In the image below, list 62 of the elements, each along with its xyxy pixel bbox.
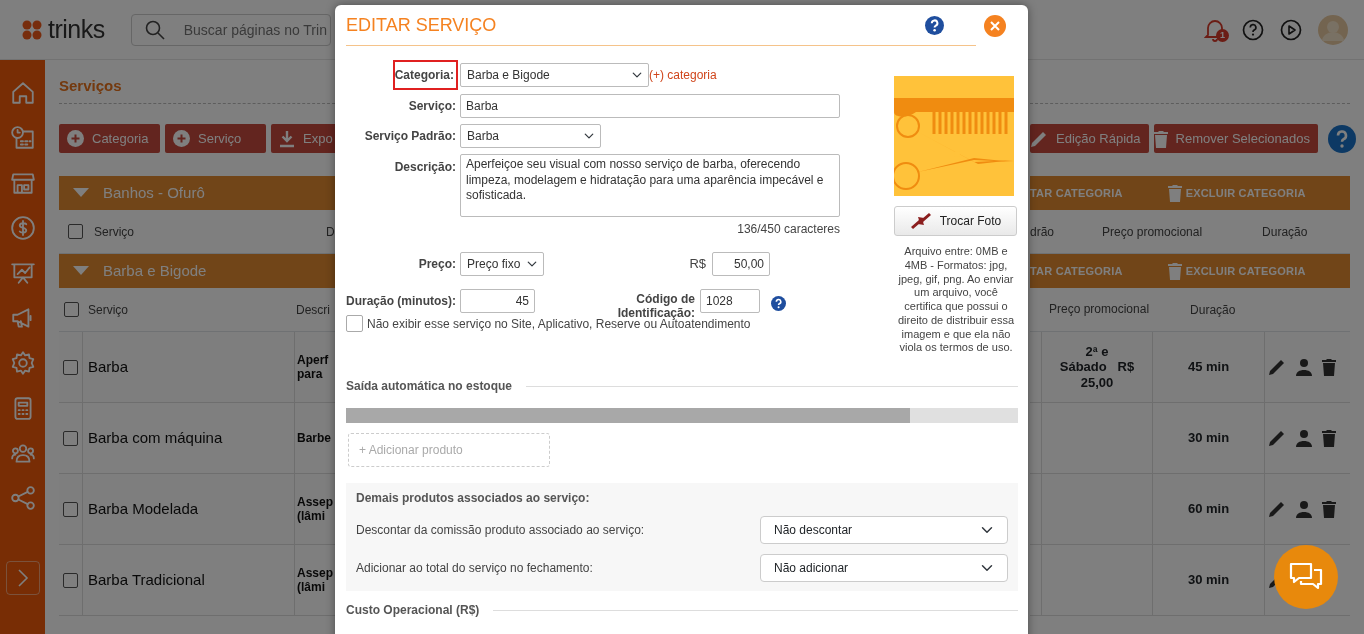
duration: 30 min <box>1187 429 1230 448</box>
column-header: Serviço <box>88 301 128 319</box>
field-label: Descrição: <box>393 159 456 176</box>
description-field[interactable]: Aperfeiçoe seu visual com nosso serviço de barba, oferecendo limpeza, modelagem e hidratação para uma aparência impecável e sofisticada. <box>460 154 840 217</box>
section-title: Demais produtos associados ao serviço: <box>356 490 591 507</box>
search-field[interactable]: Buscar páginas no Trin <box>130 13 331 46</box>
change-photo-button[interactable]: Trocar Foto <box>894 206 1017 236</box>
terms-link[interactable]: termos de uso <box>939 341 1010 354</box>
duration: 60 min <box>1187 500 1230 519</box>
field-label: Preço: <box>417 256 456 273</box>
section-title: Saída automática no estoque <box>346 378 513 395</box>
field-label: Duração (minutos): <box>345 293 456 311</box>
field-label: Serviço Padrão: <box>363 128 456 145</box>
promo-price: 2ª e Sábado R$ 25,00 <box>1059 343 1135 391</box>
upload-note: Arquivo entre: 0MB e 4MB - Formatos: jpg, jpeg, gif, png. Ao enviar um arquivo, você certifica que possui o direito de distribuir essa imagem e que ela não viola os termos de uso. <box>896 245 1016 355</box>
category-select[interactable]: Barba e Bigode <box>460 63 649 87</box>
field-label: Categoria: <box>394 62 456 88</box>
column-header: D <box>326 223 335 241</box>
currency-label: R$ <box>689 255 706 274</box>
option-label: Descontar da comissão produto associado ao serviço: <box>356 522 645 539</box>
default-service-select[interactable]: Barba <box>460 124 601 148</box>
column-header: Descri <box>296 301 331 319</box>
character-counter: 136/450 caracteres <box>737 222 840 236</box>
service-field[interactable]: Barba <box>460 94 840 118</box>
category-name: Barba e Bigode <box>103 260 207 281</box>
logo[interactable]: trinks <box>48 10 105 49</box>
service-name: Barba Tradicional <box>88 569 205 590</box>
notification-badge: 1 <box>1216 29 1229 43</box>
column-header: Preço promocional <box>1102 223 1203 241</box>
section-title: Custo Operacional (R$) <box>346 602 480 619</box>
price-field[interactable]: 50,00 <box>712 252 770 276</box>
field-label: Serviço: <box>407 98 456 115</box>
column-header: drão <box>1030 223 1055 241</box>
service-name: Barba Modelada <box>88 498 199 519</box>
service-name: Barba com máquina <box>88 427 223 448</box>
column-header: Duração <box>1262 223 1308 241</box>
page-title: Serviços <box>59 75 122 96</box>
duration: 45 min <box>1187 358 1230 377</box>
toolbar-button[interactable]: Edição Rápida <box>1030 124 1149 153</box>
service-description: Barbe <box>296 430 331 446</box>
add-category-link[interactable]: (+) categoria <box>649 66 717 84</box>
option-label: Adicionar ao total do serviço no fechamento: <box>356 560 593 577</box>
toolbar-button[interactable]: Expo <box>271 124 335 153</box>
service-description: Aperf para <box>296 352 329 382</box>
column-header: Serviço <box>94 223 134 241</box>
price-type-select[interactable]: Preço fixo <box>460 252 544 276</box>
service-description: Assep (lâmi <box>296 565 334 595</box>
toolbar-button[interactable]: Categoria <box>59 124 160 153</box>
option-select[interactable]: Não adicionar <box>760 554 1008 582</box>
category-name: Banhos - Ofurô <box>103 182 205 203</box>
column-header: Preço promocional <box>1048 302 1150 317</box>
duration: 30 min <box>1187 571 1230 590</box>
toolbar-button[interactable]: Remover Selecionados <box>1153 124 1318 153</box>
modal-title: EDITAR SERVIÇO <box>346 13 497 37</box>
code-field[interactable]: 1028 <box>700 289 760 314</box>
duration-field[interactable]: 45 <box>460 289 535 314</box>
column-header: Duração <box>1190 301 1236 319</box>
service-name: Barba <box>88 356 129 377</box>
toolbar-button[interactable]: Serviço <box>165 124 266 153</box>
field-label: Código de Identificação: <box>617 292 695 321</box>
option-select[interactable]: Não descontar <box>760 516 1008 544</box>
service-description: Assep (lâmi <box>296 494 334 524</box>
